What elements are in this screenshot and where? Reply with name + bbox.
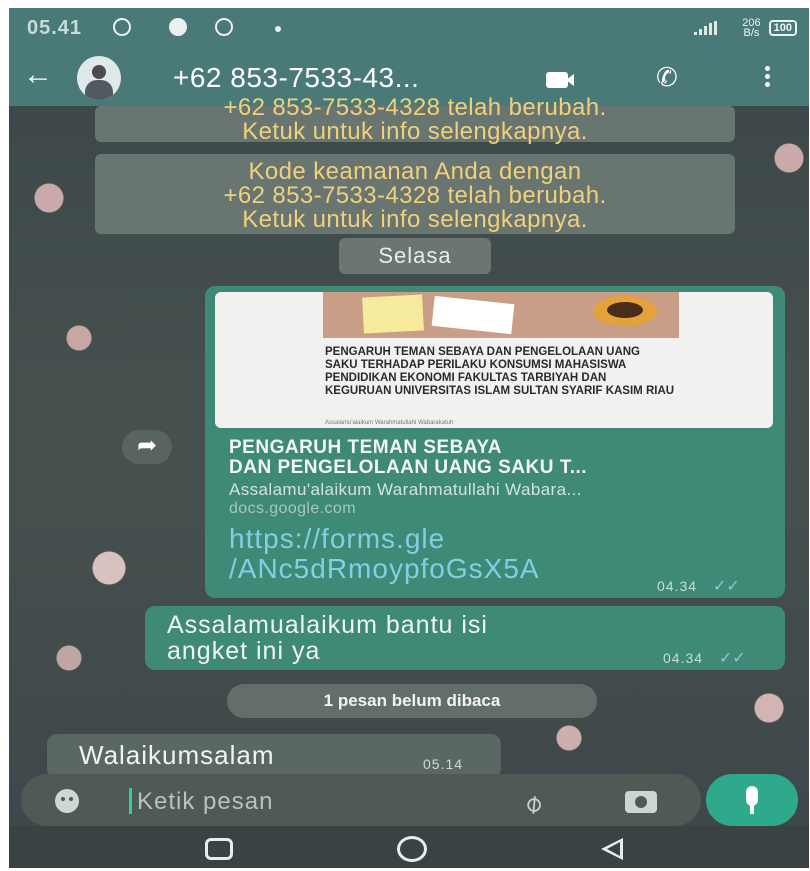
nav-back-icon[interactable]: [601, 838, 623, 860]
more-menu-icon[interactable]: [765, 66, 771, 90]
network-speed-unit: B/s: [743, 27, 760, 39]
read-receipt-icon: ✓✓: [719, 650, 746, 667]
contact-avatar[interactable]: [77, 56, 121, 100]
home-icon[interactable]: [397, 836, 427, 862]
message-composer[interactable]: Ketik pesan ⌀: [21, 774, 701, 826]
battery-icon: 100: [768, 20, 797, 36]
mic-icon: [746, 786, 758, 806]
link-title[interactable]: PENGARUH TEMAN SEBAYA DAN PENGELOLAAN UA…: [229, 438, 769, 478]
notice-line: +62 853-7533-4328 telah berubah.: [223, 182, 607, 209]
notice-line: Ketuk untuk info selengkapnya.: [242, 118, 588, 145]
phone-icon[interactable]: ✆: [656, 64, 678, 90]
phone-screen: 05.41 206 B/s 100 ← +62 853-7533-43... ✆…: [9, 8, 809, 868]
message-text: Walaikumsalam: [79, 740, 275, 770]
back-arrow-icon[interactable]: ←: [23, 60, 53, 90]
alarm-icon: [113, 18, 131, 36]
message-time: 04.34: [657, 578, 698, 594]
link-message-bubble[interactable]: PENGARUH TEMAN SEBAYA DAN PENGELOLAAN UA…: [205, 286, 785, 598]
read-receipt-icon: ✓✓: [713, 578, 740, 595]
incoming-message-bubble[interactable]: Walaikumsalam 05.14: [47, 734, 501, 778]
signal-icon: [694, 21, 734, 35]
notification-dot-icon: [275, 26, 281, 32]
mic-stand: [750, 806, 754, 814]
preview-doc-title: PENGARUH TEMAN SEBAYA DAN PENGELOLAAN UA…: [325, 346, 675, 397]
message-input[interactable]: Ketik pesan: [137, 788, 273, 816]
chrome-icon: [169, 18, 187, 36]
link-url[interactable]: https://forms.gle /ANc5dRmoypfoGsX5A: [229, 524, 769, 584]
link-domain: docs.google.com: [229, 500, 356, 517]
video-call-icon[interactable]: [546, 72, 576, 88]
link-title-line: DAN PENGELOLAAN UANG SAKU T...: [229, 457, 588, 478]
link-preview-image[interactable]: PENGARUH TEMAN SEBAYA DAN PENGELOLAAN UA…: [215, 292, 773, 428]
link-url-line: https://forms.gle: [229, 523, 446, 554]
status-bar: 05.41 206 B/s 100: [9, 8, 809, 50]
paperclip-icon[interactable]: ⌀: [517, 787, 549, 821]
message-time: 04.34: [663, 650, 704, 666]
security-notice[interactable]: Kode keamanan Anda dengan +62 853-7533-4…: [95, 154, 735, 234]
security-notice[interactable]: +62 853-7533-4328 telah berubah. Ketuk u…: [95, 96, 735, 145]
message-time: 05.14: [423, 756, 464, 772]
emoji-icon[interactable]: [55, 789, 79, 813]
unread-banner: 1 pesan belum dibaca: [227, 684, 597, 718]
recent-apps-icon[interactable]: [205, 838, 233, 860]
preview-art: [323, 292, 679, 338]
notice-line: +62 853-7533-4328 telah berubah.: [223, 94, 607, 121]
text-caret: [129, 788, 132, 814]
link-description: Assalamu'alaikum Warahmatullahi Wabara..…: [229, 480, 582, 499]
forward-icon[interactable]: ➦: [122, 430, 172, 464]
message-line: angket ini ya: [167, 637, 321, 665]
text-message-bubble[interactable]: Assalamualaikum bantu isi angket ini ya …: [145, 606, 785, 670]
link-title-line: PENGARUH TEMAN SEBAYA: [229, 437, 503, 458]
preview-doc-sub: Assalamu'alaikum Warahmatullahi Wabaraka…: [325, 420, 454, 426]
network-speed: 206 B/s: [742, 18, 760, 39]
message-text: Assalamualaikum bantu isi angket ini ya: [167, 612, 687, 664]
camera-icon[interactable]: [625, 791, 657, 813]
message-line: Assalamualaikum bantu isi: [167, 611, 488, 639]
status-right: 206 B/s 100: [694, 18, 797, 39]
notice-line: Ketuk untuk info selengkapnya.: [242, 206, 588, 233]
dollar-icon: [215, 18, 233, 36]
system-navigation-bar: [9, 826, 809, 868]
notice-line: Kode keamanan Anda dengan: [248, 158, 582, 185]
mic-button[interactable]: [706, 774, 798, 826]
contact-name[interactable]: +62 853-7533-43...: [173, 62, 419, 94]
status-time: 05.41: [27, 17, 83, 39]
day-separator: Selasa: [339, 238, 491, 274]
